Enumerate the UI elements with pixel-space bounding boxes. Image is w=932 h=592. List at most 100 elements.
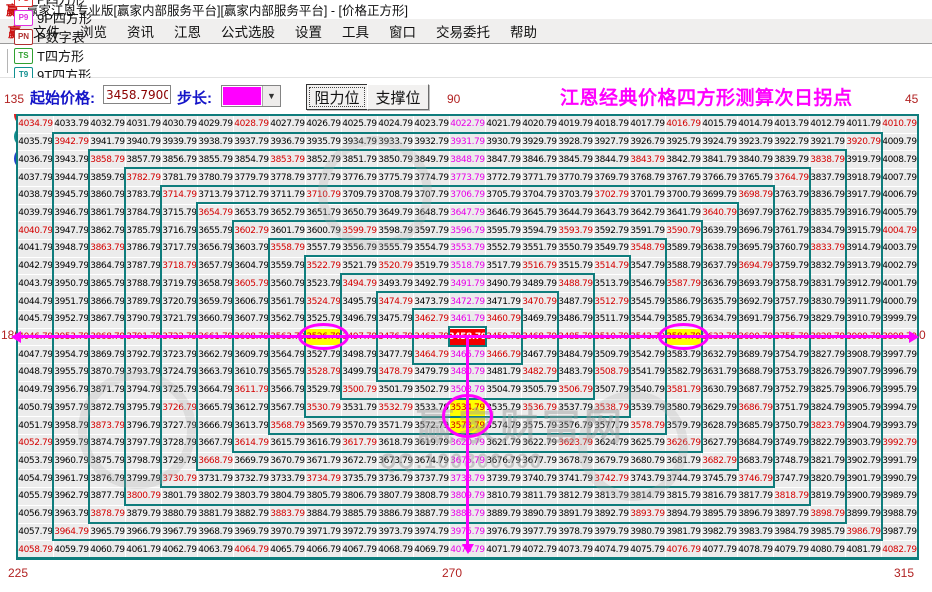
grid-cell[interactable]: 3588.79 bbox=[666, 258, 701, 275]
grid-cell[interactable]: 3603.79 bbox=[234, 240, 269, 257]
grid-cell[interactable]: 3663.79 bbox=[198, 364, 233, 381]
grid-cell[interactable]: 3705.79 bbox=[486, 187, 521, 204]
grid-cell[interactable]: 3638.79 bbox=[702, 240, 737, 257]
grid-cell[interactable]: 3586.79 bbox=[666, 293, 701, 310]
grid-cell[interactable]: 3508.79 bbox=[594, 364, 629, 381]
grid-cell[interactable]: 3980.79 bbox=[630, 524, 665, 541]
menu-item-交易委托[interactable]: 交易委托 bbox=[433, 23, 493, 42]
grid-cell[interactable]: 3575.79 bbox=[522, 417, 557, 434]
grid-cell[interactable]: 3522.79 bbox=[306, 258, 341, 275]
grid-cell[interactable]: 3755.79 bbox=[774, 329, 809, 346]
grid-cell[interactable]: 3988.79 bbox=[882, 506, 917, 523]
grid-cell[interactable]: 4065.79 bbox=[270, 541, 305, 558]
grid-cell[interactable]: 3543.79 bbox=[630, 329, 665, 346]
grid-cell[interactable]: 3974.79 bbox=[414, 524, 449, 541]
grid-cell[interactable]: 3495.79 bbox=[342, 293, 377, 310]
grid-cell[interactable]: 4016.79 bbox=[666, 116, 701, 133]
grid-cell[interactable]: 3921.79 bbox=[810, 134, 845, 151]
grid-cell[interactable]: 3467.79 bbox=[522, 346, 557, 363]
grid-cell[interactable]: 3962.79 bbox=[54, 488, 89, 505]
grid-cell[interactable]: 3475.79 bbox=[378, 311, 413, 328]
grid-cell[interactable]: 3902.79 bbox=[846, 453, 881, 470]
grid-cell[interactable]: 3886.79 bbox=[378, 506, 413, 523]
grid-cell[interactable]: 3878.79 bbox=[90, 506, 125, 523]
grid-cell[interactable]: 3643.79 bbox=[594, 205, 629, 222]
grid-cell[interactable]: 4070.79 bbox=[450, 541, 485, 558]
grid-cell[interactable]: 3612.79 bbox=[234, 400, 269, 417]
grid-cell[interactable]: 3939.79 bbox=[162, 134, 197, 151]
grid-cell[interactable]: 3676.79 bbox=[486, 453, 521, 470]
grid-cell[interactable]: 3683.79 bbox=[738, 453, 773, 470]
grid-cell[interactable]: 3668.79 bbox=[198, 453, 233, 470]
grid-cell[interactable]: 4057.79 bbox=[18, 524, 53, 541]
grid-cell[interactable]: 3935.79 bbox=[306, 134, 341, 151]
grid-cell[interactable]: 3698.79 bbox=[738, 187, 773, 204]
grid-cell[interactable]: 3524.79 bbox=[306, 293, 341, 310]
grid-cell[interactable]: 3993.79 bbox=[882, 417, 917, 434]
grid-cell[interactable]: 3504.79 bbox=[486, 382, 521, 399]
grid-cell[interactable]: 3925.79 bbox=[666, 134, 701, 151]
grid-cell[interactable]: 4011.79 bbox=[846, 116, 881, 133]
grid-cell[interactable]: 3545.79 bbox=[630, 293, 665, 310]
grid-cell[interactable]: 3876.79 bbox=[90, 470, 125, 487]
grid-cell[interactable]: 3966.79 bbox=[126, 524, 161, 541]
grid-cell[interactable]: 3629.79 bbox=[702, 400, 737, 417]
grid-cell[interactable]: 3555.79 bbox=[378, 240, 413, 257]
grid-cell[interactable]: 3608.79 bbox=[234, 329, 269, 346]
grid-cell[interactable]: 3868.79 bbox=[90, 329, 125, 346]
grid-cell[interactable]: 3567.79 bbox=[270, 400, 305, 417]
grid-cell[interactable]: 3696.79 bbox=[738, 222, 773, 239]
grid-cell[interactable]: 3885.79 bbox=[342, 506, 377, 523]
grid-cell[interactable]: 3469.79 bbox=[522, 311, 557, 328]
grid-cell[interactable]: 3924.79 bbox=[702, 134, 737, 151]
step-color-dropdown[interactable]: ▼ bbox=[221, 85, 281, 107]
grid-cell[interactable]: 3743.79 bbox=[630, 470, 665, 487]
grid-cell[interactable]: 3879.79 bbox=[126, 506, 161, 523]
grid-cell[interactable]: 3547.79 bbox=[630, 258, 665, 275]
grid-cell[interactable]: 3596.79 bbox=[450, 222, 485, 239]
grid-cell[interactable]: 3673.79 bbox=[378, 453, 413, 470]
grid-cell[interactable]: 4076.79 bbox=[666, 541, 701, 558]
grid-cell[interactable]: 3809.79 bbox=[450, 488, 485, 505]
toolbar-button-9P四方形[interactable]: P99P四方形 bbox=[14, 8, 92, 27]
grid-cell[interactable]: 4037.79 bbox=[18, 169, 53, 186]
grid-cell[interactable]: 3558.79 bbox=[270, 240, 305, 257]
grid-cell[interactable]: 3986.79 bbox=[846, 524, 881, 541]
grid-cell[interactable]: 3553.79 bbox=[450, 240, 485, 257]
grid-cell[interactable]: 3544.79 bbox=[630, 311, 665, 328]
grid-cell[interactable]: 3693.79 bbox=[738, 275, 773, 292]
grid-cell[interactable]: 3623.79 bbox=[558, 435, 593, 452]
grid-cell[interactable]: 3906.79 bbox=[846, 382, 881, 399]
grid-cell[interactable]: 3734.79 bbox=[306, 470, 341, 487]
grid-cell[interactable]: 3788.79 bbox=[126, 275, 161, 292]
grid-cell[interactable]: 3523.79 bbox=[306, 275, 341, 292]
grid-cell[interactable]: 3960.79 bbox=[54, 453, 89, 470]
grid-cell[interactable]: 3835.79 bbox=[810, 205, 845, 222]
grid-cell[interactable]: 3840.79 bbox=[738, 151, 773, 168]
grid-cell[interactable]: 3710.79 bbox=[306, 187, 341, 204]
grid-cell[interactable]: 3697.79 bbox=[738, 205, 773, 222]
grid-cell[interactable]: 3968.79 bbox=[198, 524, 233, 541]
menu-item-工具[interactable]: 工具 bbox=[339, 23, 372, 42]
grid-cell[interactable]: 3727.79 bbox=[162, 417, 197, 434]
grid-cell[interactable]: 4030.79 bbox=[162, 116, 197, 133]
grid-cell[interactable]: 3675.79 bbox=[450, 453, 485, 470]
grid-cell[interactable]: 3548.79 bbox=[630, 240, 665, 257]
grid-cell[interactable]: 3983.79 bbox=[738, 524, 773, 541]
grid-cell[interactable]: 3987.79 bbox=[882, 524, 917, 541]
grid-cell[interactable]: 3514.79 bbox=[594, 258, 629, 275]
grid-cell[interactable]: 3992.79 bbox=[882, 435, 917, 452]
grid-cell[interactable]: 3814.79 bbox=[630, 488, 665, 505]
grid-cell[interactable]: 3772.79 bbox=[486, 169, 521, 186]
grid-cell[interactable]: 4015.79 bbox=[702, 116, 737, 133]
grid-cell[interactable]: 3915.79 bbox=[846, 222, 881, 239]
grid-cell[interactable]: 3790.79 bbox=[126, 311, 161, 328]
grid-cell[interactable]: 4063.79 bbox=[198, 541, 233, 558]
grid-cell[interactable]: 3649.79 bbox=[378, 205, 413, 222]
grid-cell[interactable]: 3890.79 bbox=[522, 506, 557, 523]
grid-cell[interactable]: 3618.79 bbox=[378, 435, 413, 452]
grid-cell[interactable]: 3791.79 bbox=[126, 329, 161, 346]
grid-cell[interactable]: 3486.79 bbox=[558, 311, 593, 328]
grid-cell[interactable]: 3778.79 bbox=[270, 169, 305, 186]
grid-cell[interactable]: 3621.79 bbox=[486, 435, 521, 452]
